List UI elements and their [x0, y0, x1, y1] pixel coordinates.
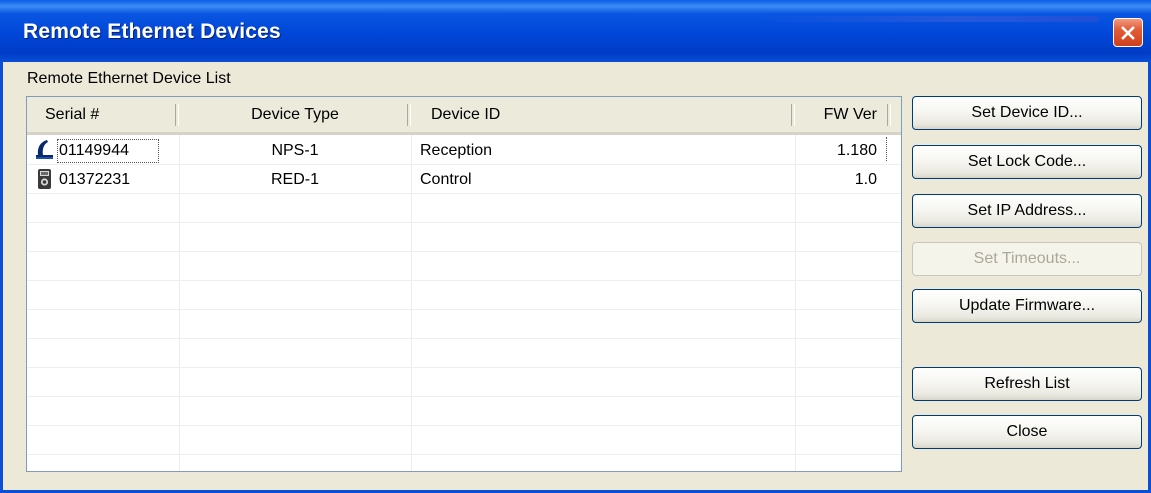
grid-line	[27, 280, 901, 281]
column-header-fw-ver[interactable]: FW Ver	[795, 97, 891, 132]
device-id-cell: Control	[420, 171, 472, 188]
table-row[interactable]: 01149944 NPS-1 Reception 1.180	[27, 136, 901, 165]
list-header: Serial # Device Type Device ID FW Ver	[27, 97, 901, 135]
set-device-id-button[interactable]: Set Device ID...	[912, 96, 1142, 130]
nps-device-icon	[33, 138, 55, 162]
title-bar-gloss	[760, 16, 1100, 22]
refresh-list-button[interactable]: Refresh List	[912, 367, 1142, 401]
update-firmware-button[interactable]: Update Firmware...	[912, 289, 1142, 323]
remote-ethernet-devices-dialog: Remote Ethernet Devices Remote Ethernet …	[0, 0, 1151, 493]
serial-cell: 01149944	[59, 142, 129, 159]
column-header-device-id[interactable]: Device ID	[411, 97, 795, 132]
focus-rectangle-edge	[886, 137, 888, 161]
grid-line	[27, 396, 901, 397]
fw-ver-cell: 1.0	[854, 171, 877, 188]
device-id-cell: Reception	[420, 142, 493, 159]
grid-line	[27, 367, 901, 368]
grid-line	[27, 425, 901, 426]
grid-line	[27, 251, 901, 252]
title-bar[interactable]: Remote Ethernet Devices	[0, 0, 1151, 62]
grid-line	[27, 338, 901, 339]
column-header-device-type[interactable]: Device Type	[179, 97, 411, 132]
set-ip-address-button[interactable]: Set IP Address...	[912, 194, 1142, 228]
close-button[interactable]: Close	[912, 415, 1142, 449]
grid-line	[27, 454, 901, 455]
device-type-cell: RED-1	[270, 171, 319, 188]
set-timeouts-button[interactable]: Set Timeouts...	[912, 242, 1142, 276]
grid-line	[27, 309, 901, 310]
table-row[interactable]: 01372231 RED-1 Control 1.0	[27, 165, 901, 194]
close-window-button[interactable]	[1113, 18, 1143, 47]
device-list-label: Remote Ethernet Device List	[27, 70, 231, 87]
close-icon	[1121, 25, 1135, 40]
device-type-cell: NPS-1	[271, 142, 319, 159]
grid-line	[27, 222, 901, 223]
set-lock-code-button[interactable]: Set Lock Code...	[912, 145, 1142, 179]
column-header-serial[interactable]: Serial #	[27, 97, 179, 132]
device-list-view[interactable]: Serial # Device Type Device ID FW Ver 01…	[26, 96, 902, 472]
fw-ver-cell: 1.180	[836, 142, 877, 159]
serial-cell: 01372231	[59, 171, 131, 188]
red-device-icon	[33, 167, 55, 191]
window-title: Remote Ethernet Devices	[23, 20, 281, 43]
